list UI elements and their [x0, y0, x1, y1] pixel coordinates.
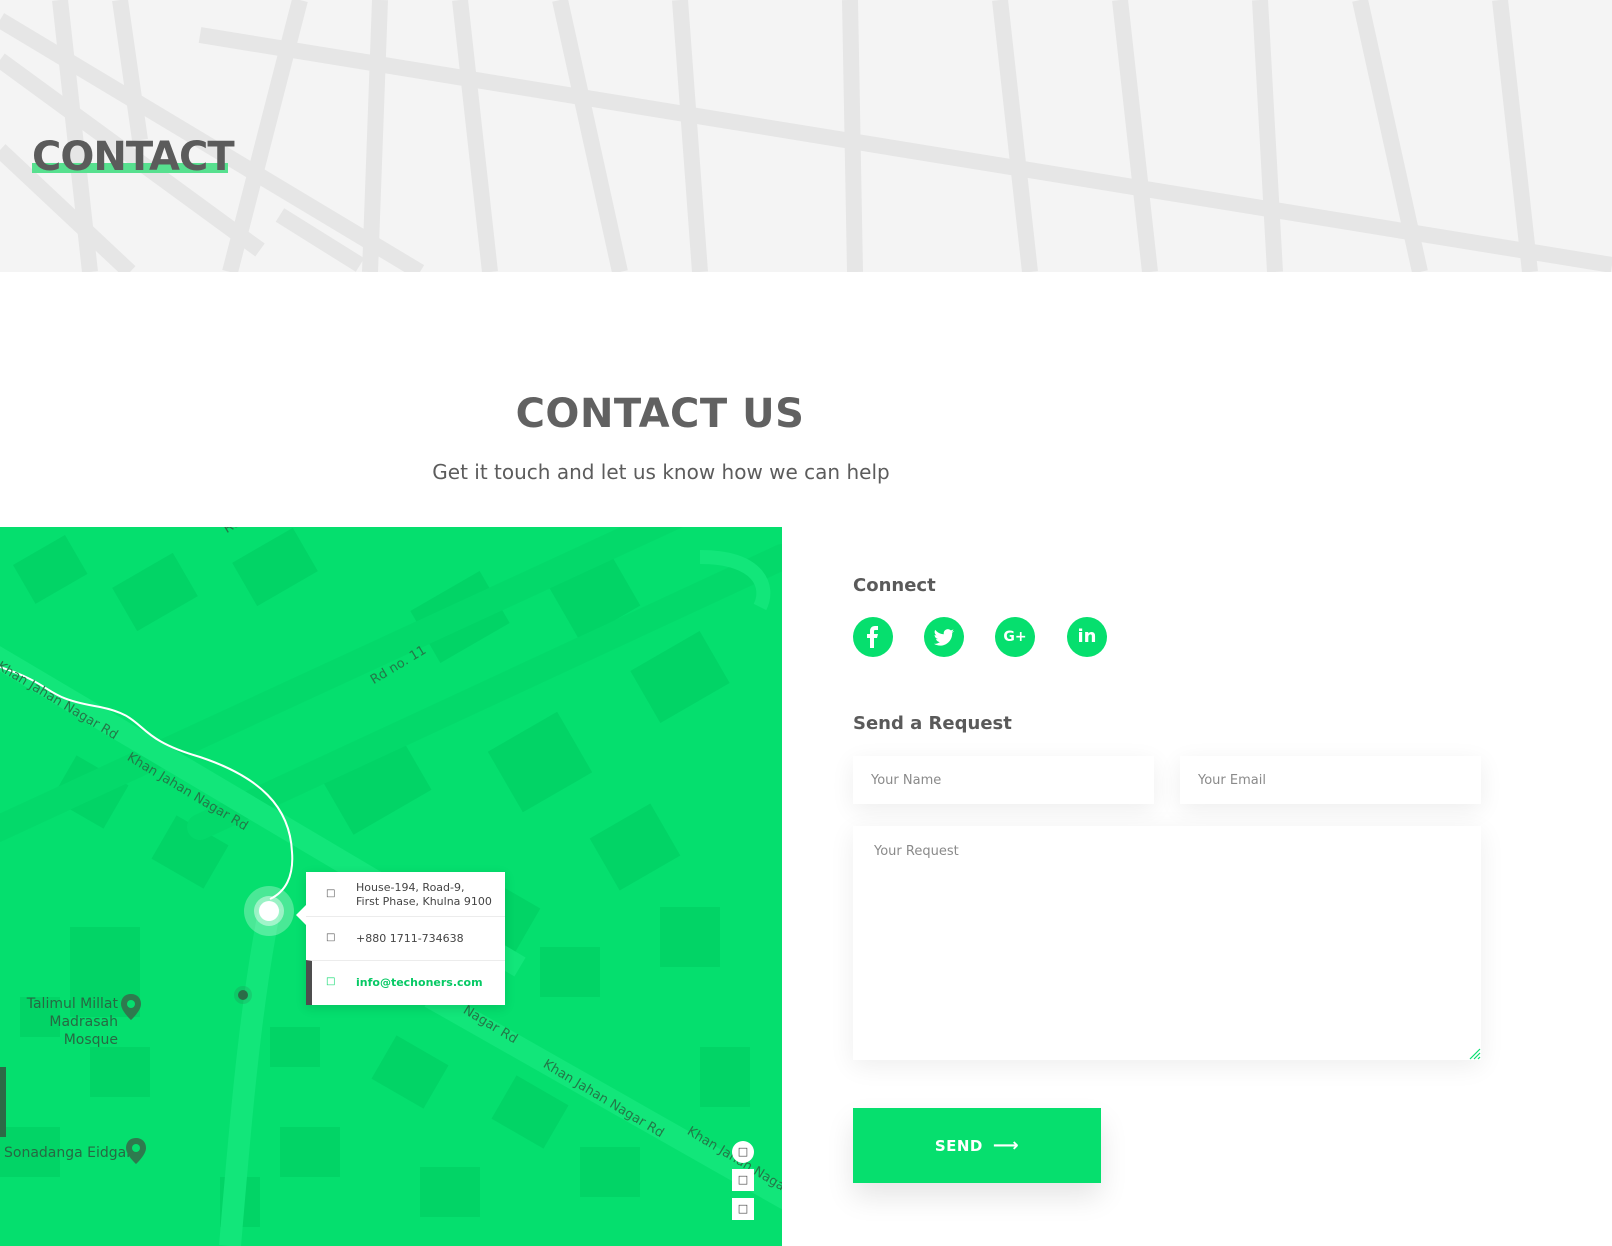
envelope-icon: □ — [326, 976, 336, 987]
hero-banner: CONTACT — [0, 0, 1612, 272]
email-row: □ info@techoners.com — [306, 960, 505, 1005]
locate-icon[interactable]: □ — [732, 1141, 754, 1163]
google-plus-icon[interactable]: G+ — [995, 617, 1035, 657]
phone-row: □ +880 1711-734638 — [306, 916, 505, 960]
section-title: CONTACT US — [515, 391, 805, 437]
map-marker-icon: □ — [326, 888, 336, 899]
poi-dot-icon — [238, 990, 248, 1000]
address-row: □ House-194, Road-9, First Phase, Khulna… — [306, 872, 505, 916]
section-subtitle: Get it touch and let us know how we can … — [432, 460, 890, 484]
address-info-card: □ House-194, Road-9, First Phase, Khulna… — [296, 872, 505, 1005]
request-label: Send a Request — [853, 713, 1012, 734]
poi-label: Sonadanga Eidgah — [4, 1145, 136, 1161]
hero-title-wrap: CONTACT — [32, 134, 235, 180]
facebook-icon[interactable] — [853, 617, 893, 657]
zoom-out-icon[interactable]: □ — [732, 1198, 754, 1220]
request-textarea[interactable] — [853, 826, 1481, 1060]
arrow-right-icon: ⟶ — [992, 1135, 1020, 1156]
poi-pin-icon — [121, 994, 141, 1020]
phone-icon: □ — [326, 932, 336, 943]
location-pin-icon[interactable] — [259, 901, 279, 921]
connect-label: Connect — [853, 575, 936, 596]
twitter-icon[interactable] — [924, 617, 964, 657]
poi-pin-icon — [126, 1138, 146, 1164]
name-input[interactable] — [853, 756, 1154, 804]
page-title: CONTACT — [32, 134, 235, 180]
send-label: SEND — [934, 1137, 983, 1155]
email-input[interactable] — [1180, 756, 1481, 804]
email-link[interactable]: info@techoners.com — [356, 976, 483, 990]
resize-grip-icon[interactable] — [1469, 1048, 1481, 1060]
linkedin-icon[interactable]: in — [1067, 617, 1107, 657]
hero-background-pattern — [0, 0, 1612, 272]
send-button[interactable]: SEND ⟶ — [853, 1108, 1101, 1183]
zoom-in-icon[interactable]: □ — [732, 1169, 754, 1191]
address-text: House-194, Road-9, First Phase, Khulna 9… — [356, 881, 492, 908]
phone-text[interactable]: +880 1711-734638 — [356, 932, 464, 946]
poi-label: Talimul Millat Madrasah Mosque — [26, 996, 118, 1048]
